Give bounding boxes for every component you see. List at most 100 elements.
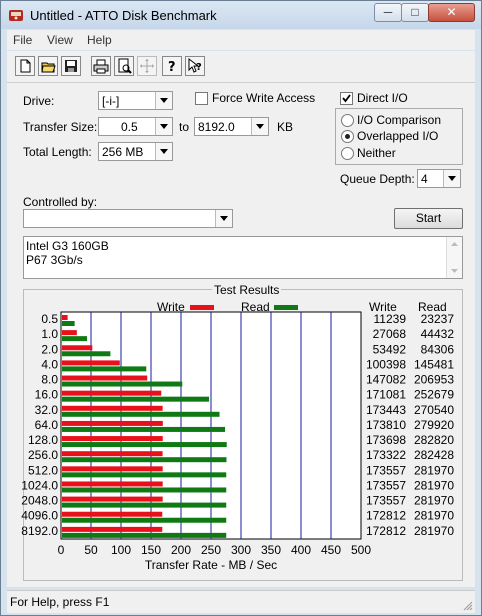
category-label: 1.0 <box>41 327 58 341</box>
main-panel: Drive: [-i-] Force Write Access Direct I… <box>7 83 475 587</box>
write-bar <box>62 390 162 396</box>
read-kb-value: 281970 <box>414 478 454 492</box>
write-kb-value: 100398 <box>366 357 406 371</box>
menu-bar: File View Help <box>7 30 475 50</box>
read-bar <box>62 442 227 448</box>
write-bar <box>62 420 163 426</box>
write-kb-value: 172812 <box>366 524 406 538</box>
category-label: 16.0 <box>35 388 59 402</box>
write-bar <box>62 360 120 366</box>
menu-file[interactable]: File <box>13 33 32 47</box>
write-kb-value: 172812 <box>366 509 406 523</box>
write-kb-value: 147082 <box>366 373 406 387</box>
write-kb-value: 173557 <box>366 494 406 508</box>
write-kb-value: 173698 <box>366 433 406 447</box>
status-bar: For Help, press F1 <box>7 590 475 613</box>
x-tick-label: 200 <box>171 543 191 557</box>
new-icon[interactable] <box>15 56 35 76</box>
menu-view[interactable]: View <box>47 33 73 47</box>
svg-text:?: ? <box>168 60 176 75</box>
write-kb-value: 173557 <box>366 478 406 492</box>
read-kb-value: 270540 <box>414 403 454 417</box>
read-bar <box>62 396 210 402</box>
status-text: For Help, press F1 <box>10 595 110 609</box>
category-label: 32.0 <box>35 403 59 417</box>
write-bar <box>62 451 163 457</box>
transfer-rate-chart: 0 50 100 150 200 250 300 350 400 450 500 Transfer R… <box>21 311 455 572</box>
category-label: 2048.0 <box>21 494 58 508</box>
write-kb-value: 53492 <box>373 342 407 356</box>
help-icon[interactable]: ? <box>162 56 182 76</box>
write-bar <box>62 436 163 442</box>
read-kb-value: 282820 <box>414 433 454 447</box>
write-kb-value: 27068 <box>373 327 407 341</box>
category-label: 128.0 <box>28 433 58 447</box>
write-bar <box>62 330 77 336</box>
write-kb-value: 11239 <box>374 312 407 326</box>
open-icon[interactable] <box>38 56 58 76</box>
close-button[interactable]: ✕ <box>428 3 475 22</box>
read-kb-value: 281970 <box>414 463 454 477</box>
title-bar[interactable]: Untitled - ATTO Disk Benchmark ─ □ ✕ <box>1 1 481 29</box>
x-tick-label: 400 <box>291 543 311 557</box>
write-bar <box>62 511 163 517</box>
x-tick-label: 150 <box>141 543 161 557</box>
write-bar <box>62 526 163 532</box>
print-preview-icon[interactable] <box>114 56 134 76</box>
write-kb-value: 173443 <box>366 403 406 417</box>
save-icon[interactable] <box>61 56 81 76</box>
read-kb-value: 44432 <box>421 327 455 341</box>
context-help-icon[interactable]: ? <box>185 56 205 76</box>
category-label: 512.0 <box>28 463 58 477</box>
read-bar <box>62 472 227 478</box>
minimize-button[interactable]: ─ <box>374 3 402 22</box>
category-label: 64.0 <box>35 418 59 432</box>
read-kb-value: 281970 <box>414 494 454 508</box>
write-kb-value: 173810 <box>366 418 406 432</box>
category-label: 8192.0 <box>21 524 58 538</box>
read-kb-value: 84306 <box>421 342 455 356</box>
read-bar <box>62 502 227 508</box>
move-icon[interactable] <box>137 56 157 76</box>
category-label: 2.0 <box>41 342 58 356</box>
write-bar <box>62 315 68 320</box>
write-bar <box>62 466 163 472</box>
x-tick-label: 0 <box>58 543 65 557</box>
category-label: 8.0 <box>41 373 58 387</box>
read-bar <box>62 351 111 357</box>
write-kb-value: 173322 <box>366 448 406 462</box>
category-label: 1024.0 <box>21 478 58 492</box>
x-tick-label: 300 <box>231 543 251 557</box>
read-bar <box>62 426 226 432</box>
read-bar <box>62 517 227 523</box>
maximize-button[interactable]: □ <box>401 3 429 22</box>
read-bar <box>62 532 227 538</box>
read-kb-value: 282428 <box>414 448 454 462</box>
read-bar <box>62 411 220 417</box>
svg-text:?: ? <box>196 62 202 73</box>
window-title: Untitled - ATTO Disk Benchmark <box>30 8 217 23</box>
toolbar: ? ? <box>7 51 475 83</box>
app-icon <box>9 10 23 21</box>
menu-help[interactable]: Help <box>87 33 112 47</box>
read-bar <box>62 336 88 342</box>
write-bar <box>62 375 148 381</box>
read-kb-value: 279920 <box>414 418 454 432</box>
read-bar <box>62 321 75 326</box>
x-tick-label: 500 <box>351 543 371 557</box>
resize-grip-icon[interactable] <box>461 599 473 611</box>
read-kb-value: 23237 <box>421 312 455 326</box>
x-tick-label: 250 <box>201 543 221 557</box>
x-tick-label: 450 <box>321 543 341 557</box>
x-tick-label: 100 <box>111 543 131 557</box>
read-bar <box>62 381 183 387</box>
x-tick-label: 350 <box>261 543 281 557</box>
write-kb-value: 171081 <box>366 388 406 402</box>
category-label: 0.5 <box>41 312 58 326</box>
read-bar <box>62 457 227 463</box>
print-icon[interactable] <box>91 56 111 76</box>
read-kb-value: 281970 <box>414 524 454 538</box>
write-bar <box>62 405 163 411</box>
category-label: 4.0 <box>41 357 58 371</box>
read-kb-value: 281970 <box>414 509 454 523</box>
